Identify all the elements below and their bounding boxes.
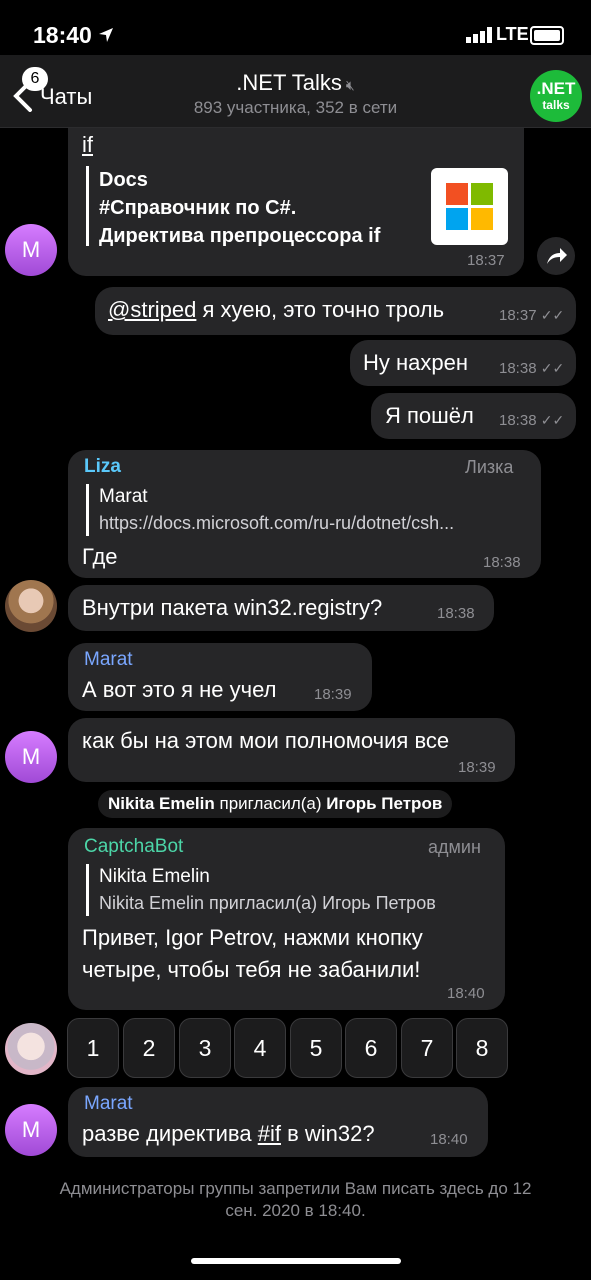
location-arrow-icon [99, 28, 113, 42]
link-preview-quote[interactable]: Docs #Справочник по C#. Директива препро… [86, 166, 380, 247]
avatar-liza[interactable] [5, 580, 57, 632]
message-text: разве директива #if в win32? [82, 1121, 375, 1146]
sender-name[interactable]: CaptchaBot [84, 836, 183, 858]
keyboard-button-1[interactable]: 1 [67, 1018, 119, 1078]
message-time: 18:38 [483, 554, 521, 571]
message-time: 18:38 [437, 605, 475, 622]
preview-title-2: Директива препроцессора if [99, 225, 381, 247]
share-button[interactable] [537, 237, 575, 275]
member-title: админ [428, 837, 481, 857]
chat-avatar[interactable]: .NET talks [530, 70, 582, 122]
avatar-captcha-bot[interactable] [5, 1023, 57, 1075]
message-text: @striped я хуею, это точно троль [108, 297, 445, 322]
keyboard-button-5[interactable]: 5 [290, 1018, 342, 1078]
avatar[interactable]: M [5, 224, 57, 276]
message-time: 18:37 [467, 252, 505, 269]
reply-quote[interactable]: Nikita Emelin Nikita Emelin пригласил(а)… [86, 864, 436, 916]
avatar[interactable]: M [5, 1104, 57, 1156]
reply-author: Marat [99, 486, 148, 507]
read-check-icon: ✓✓ [540, 360, 565, 376]
share-arrow-icon [547, 248, 567, 264]
signal-icon [466, 27, 492, 43]
message-text: Ну нахрен [363, 350, 469, 375]
battery-icon [530, 26, 564, 45]
status-time: 18:40 [33, 22, 92, 48]
reply-quote[interactable]: Marat https://docs.microsoft.com/ru-ru/d… [86, 484, 539, 536]
sender-name[interactable]: Marat [84, 649, 133, 671]
message-time: 18:38 ✓✓ [499, 412, 565, 429]
member-title: Лизка [465, 457, 514, 477]
preview-site: Docs [99, 169, 148, 191]
keyboard-button-3[interactable]: 3 [179, 1018, 231, 1078]
message-time: 18:40 [447, 985, 485, 1002]
message-time: 18:39 [314, 686, 352, 703]
network-label: LTE [496, 24, 529, 44]
keyboard-button-6[interactable]: 6 [345, 1018, 397, 1078]
message-text: как бы на этом мои полномочия все [82, 728, 450, 753]
reply-author: Nikita Emelin [99, 866, 210, 887]
message-time: 18:40 [430, 1131, 468, 1148]
muted-icon: 🔇︎ [345, 77, 355, 93]
reply-text: Nikita Emelin пригласил(а) Игорь Петров [99, 893, 436, 913]
keyboard-button-8[interactable]: 8 [456, 1018, 508, 1078]
message-link[interactable]: if [82, 132, 93, 158]
hashtag-link[interactable]: #if [258, 1121, 281, 1146]
microsoft-logo-icon [431, 168, 508, 245]
chat-title[interactable]: .NET Talks 🔇︎ [0, 70, 591, 96]
message-text: Привет, Igor Petrov, нажми кнопку четыре… [82, 925, 423, 982]
keyboard-button-7[interactable]: 7 [401, 1018, 453, 1078]
message-text: Я пошёл [385, 403, 474, 428]
keyboard-button-2[interactable]: 2 [123, 1018, 175, 1078]
message-text: Где [82, 544, 118, 569]
restriction-notice: Администраторы группы запретили Вам писа… [59, 1179, 532, 1220]
message-text: Внутри пакета win32.registry? [82, 595, 383, 620]
message-time: 18:39 [458, 759, 496, 776]
avatar[interactable]: M [5, 731, 57, 783]
chat-subtitle: 893 участника, 352 в сети [193, 98, 398, 117]
read-check-icon: ✓✓ [540, 412, 565, 428]
preview-title-1: #Справочник по C#. [99, 197, 297, 219]
mention-link[interactable]: @striped [108, 297, 196, 322]
service-message: Nikita Emelin пригласил(а) Игорь Петров [98, 790, 453, 818]
message-text: А вот это я не учел [82, 677, 277, 702]
read-check-icon: ✓✓ [540, 307, 565, 323]
keyboard-button-4[interactable]: 4 [234, 1018, 286, 1078]
message-time: 18:37 ✓✓ [499, 307, 565, 324]
sender-name[interactable]: Marat [84, 1093, 133, 1115]
sender-name[interactable]: Liza [84, 456, 121, 478]
home-indicator[interactable] [191, 1258, 401, 1264]
reply-text: https://docs.microsoft.com/ru-ru/dotnet/… [99, 513, 455, 533]
message-time: 18:38 ✓✓ [499, 360, 565, 377]
